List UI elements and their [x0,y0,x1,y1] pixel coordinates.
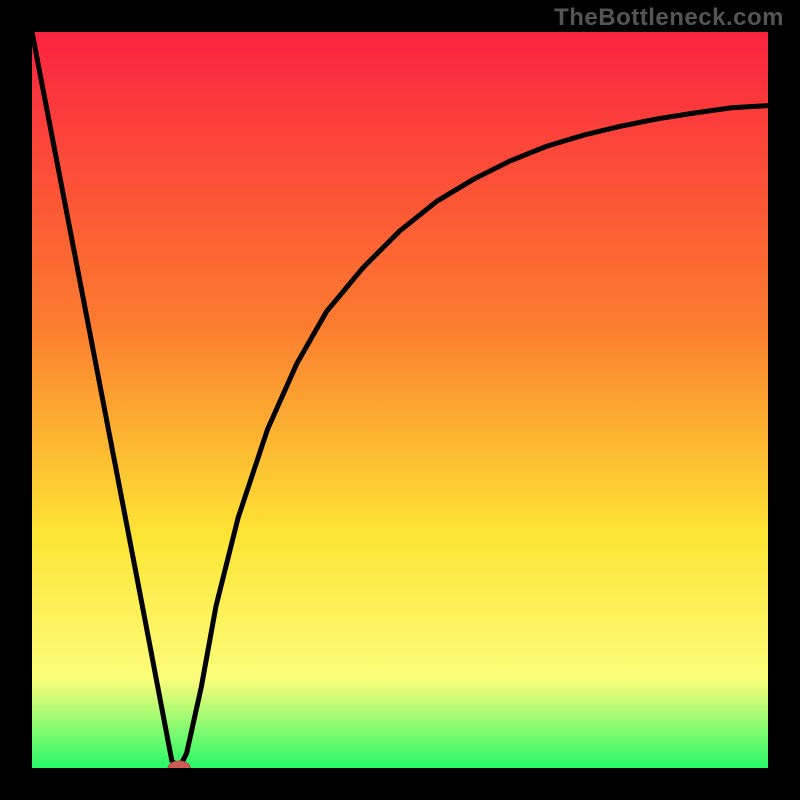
chart-frame: TheBottleneck.com [0,0,800,800]
gradient-background [32,32,768,768]
chart-svg [32,32,768,768]
watermark-text: TheBottleneck.com [554,4,784,32]
plot-area [32,32,768,768]
